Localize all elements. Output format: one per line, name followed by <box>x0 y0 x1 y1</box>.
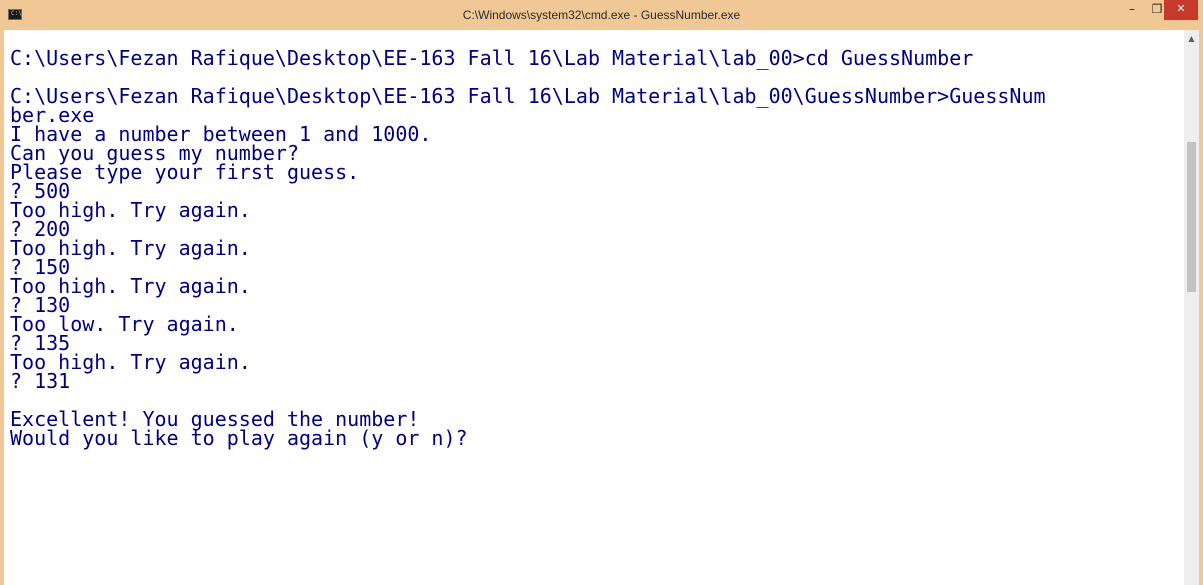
chevron-up-icon[interactable]: ▲ <box>1184 34 1199 44</box>
console-output: C:\Users\Fezan Rafique\Desktop\EE-163 Fa… <box>4 30 1184 448</box>
console-line: Would you like to play again (y or n)? <box>10 426 468 450</box>
console-window: C:\ C:\Windows\system32\cmd.exe - GuessN… <box>0 0 1203 585</box>
close-button[interactable]: ✕ <box>1164 0 1198 20</box>
console-line: C:\Users\Fezan Rafique\Desktop\EE-163 Fa… <box>10 46 974 70</box>
title-bar[interactable]: C:\ C:\Windows\system32\cmd.exe - GuessN… <box>4 0 1199 30</box>
scroll-thumb[interactable] <box>1187 142 1196 292</box>
vertical-scrollbar[interactable]: ▲ <box>1184 30 1199 585</box>
window-title: C:\Windows\system32\cmd.exe - GuessNumbe… <box>462 8 741 22</box>
console-output-area[interactable]: C:\Users\Fezan Rafique\Desktop\EE-163 Fa… <box>4 30 1184 585</box>
console-line: ? 131 <box>10 369 71 393</box>
minimize-button[interactable]: – <box>1119 0 1145 20</box>
console-line: C:\Users\Fezan Rafique\Desktop\EE-163 Fa… <box>10 84 1046 108</box>
